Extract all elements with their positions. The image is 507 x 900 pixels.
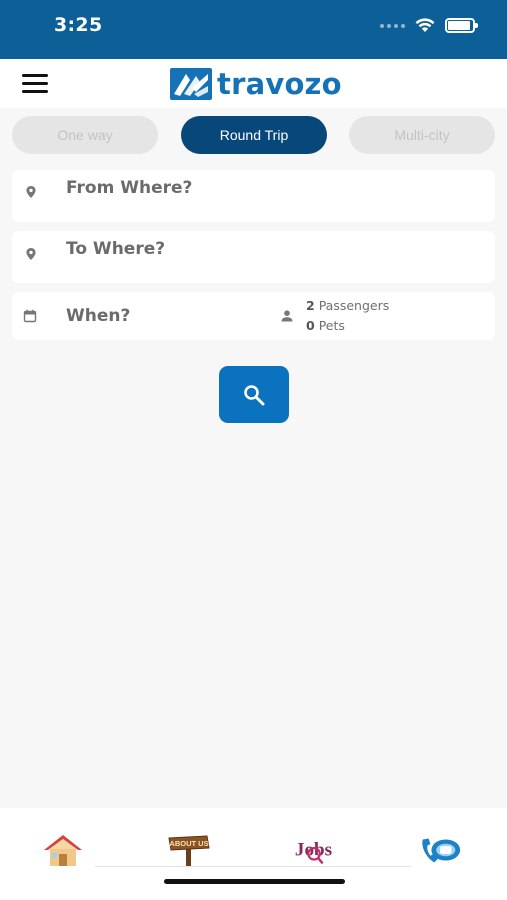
bottom-nav: ABOUT US Jobs <box>0 808 507 900</box>
wifi-icon <box>415 18 435 32</box>
logo-text: travozo <box>217 67 342 101</box>
passengers-count: 2 <box>306 298 315 313</box>
app-header: travozo <box>0 59 507 108</box>
hamburger-menu-icon[interactable] <box>22 73 50 93</box>
nav-contact[interactable] <box>419 830 463 870</box>
calendar-icon <box>23 309 37 323</box>
home-indicator <box>164 879 345 884</box>
about-us-sign-text: ABOUT US <box>169 839 208 848</box>
to-where-field[interactable]: To Where? <box>12 231 495 283</box>
pets-count-line: 0 Pets <box>306 318 345 333</box>
travelers-selector[interactable]: 2 Passengers 0 Pets <box>274 292 489 340</box>
logo-mark-icon <box>170 68 212 100</box>
search-button[interactable] <box>219 366 289 423</box>
nav-home[interactable] <box>41 830 85 870</box>
nav-about-us[interactable]: ABOUT US <box>167 830 211 870</box>
tab-multi-city[interactable]: Multi-city <box>349 116 495 154</box>
status-icons <box>380 18 478 33</box>
pets-count: 0 <box>306 318 315 333</box>
contact-phone-icon <box>422 838 461 863</box>
home-icon <box>44 835 82 866</box>
nav-divider <box>95 866 411 867</box>
when-travelers-row: When? 2 Passengers 0 Pets <box>12 292 495 340</box>
from-where-field[interactable]: From Where? <box>12 170 495 222</box>
when-text: When? <box>66 306 131 326</box>
location-pin-icon <box>26 186 36 198</box>
from-where-text: From Where? <box>66 178 193 198</box>
passengers-count-line: 2 Passengers <box>306 298 389 313</box>
jobs-icon: Jobs <box>295 840 332 865</box>
search-icon <box>244 384 265 405</box>
pets-label: Pets <box>318 318 345 333</box>
status-time: 3:25 <box>54 14 103 36</box>
tab-one-way[interactable]: One way <box>12 116 158 154</box>
when-field[interactable]: When? <box>12 292 272 340</box>
jobs-sign-text: Jobs <box>295 840 332 861</box>
battery-icon <box>445 18 478 33</box>
location-pin-icon <box>26 248 36 260</box>
person-icon <box>281 310 293 322</box>
tab-round-trip[interactable]: Round Trip <box>181 116 327 154</box>
about-us-sign-icon: ABOUT US <box>168 835 210 866</box>
status-bar: 3:25 <box>0 0 507 59</box>
signal-icon <box>380 23 405 28</box>
to-where-text: To Where? <box>66 239 166 259</box>
nav-jobs[interactable]: Jobs <box>293 830 337 870</box>
travozo-logo: travozo <box>170 67 342 101</box>
trip-type-tabs: One way Round Trip Multi-city <box>12 116 495 154</box>
passengers-label: Passengers <box>318 298 390 313</box>
